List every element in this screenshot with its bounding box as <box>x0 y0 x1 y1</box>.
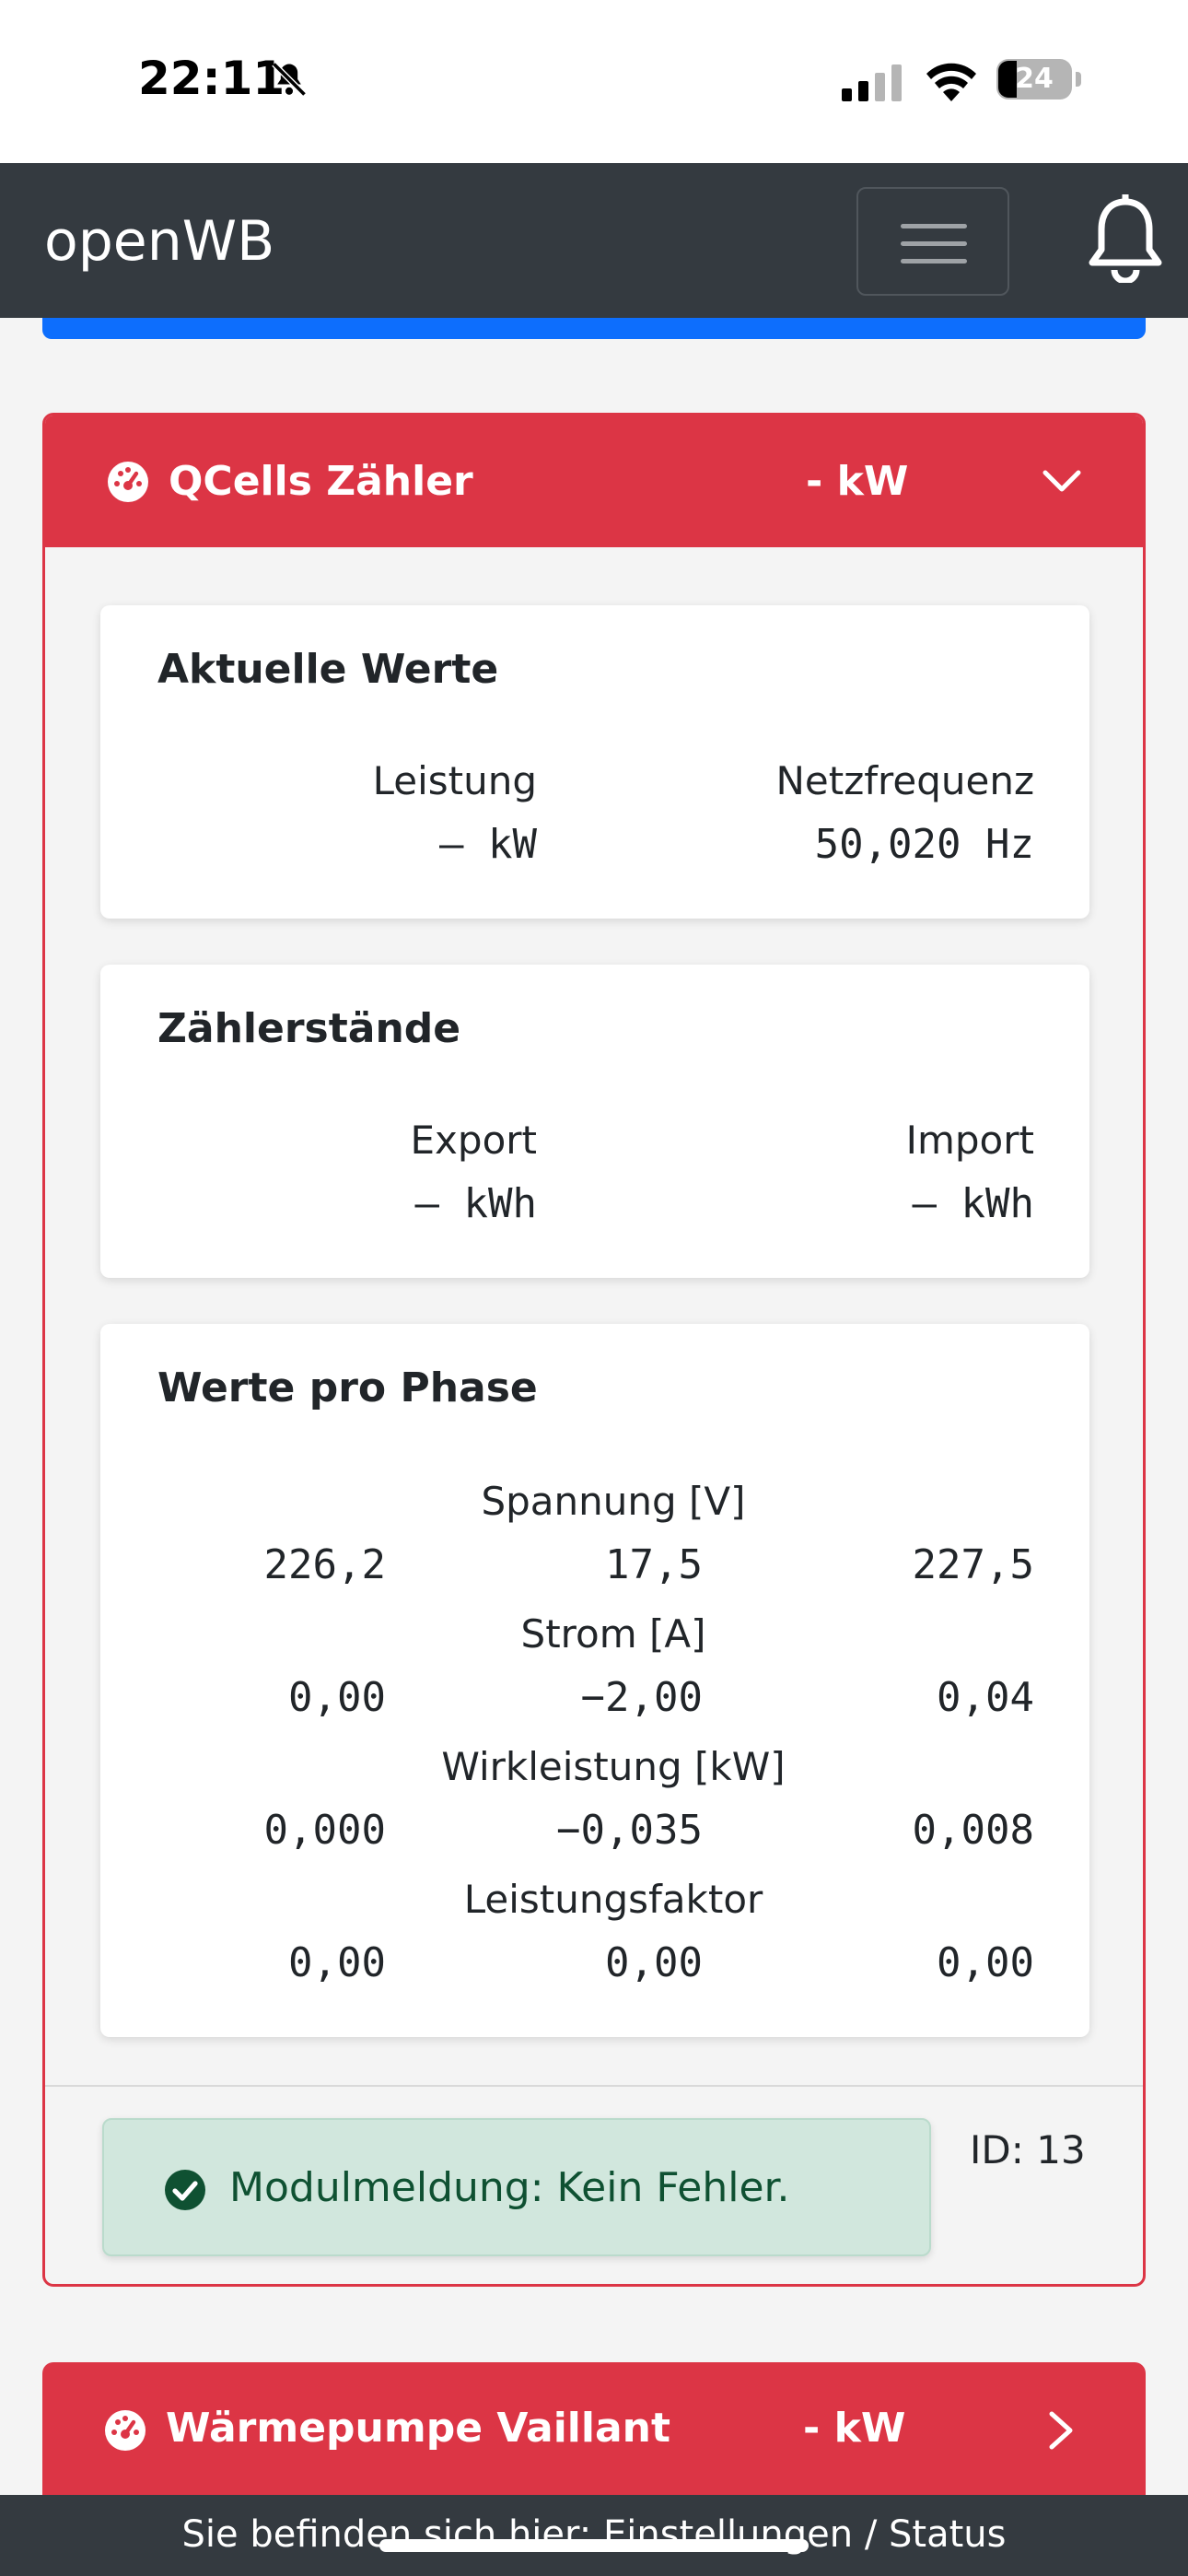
active-power-l2: −0,035 <box>556 1807 703 1854</box>
power-factor-l1: 0,00 <box>288 1939 386 1986</box>
power-factor-l2: 0,00 <box>605 1939 703 1986</box>
navbar: openWB <box>0 163 1188 318</box>
frequency-label: Netzfrequenz <box>775 758 1034 803</box>
bell-slash-icon <box>272 62 307 97</box>
heatpump-card-power: - kW <box>803 2405 906 2452</box>
chevron-right-icon[interactable] <box>1042 2408 1079 2453</box>
card-power: - kW <box>806 458 909 505</box>
module-message-alert: Modulmeldung: Kein Fehler. <box>102 2118 931 2256</box>
export-label: Export <box>410 1118 537 1163</box>
phases-title: Werte pro Phase <box>157 1364 538 1411</box>
status-time: 22:11 <box>138 52 285 105</box>
battery-level: 24 <box>1015 63 1054 95</box>
chevron-down-icon[interactable] <box>1040 463 1084 500</box>
check-circle-icon <box>165 2170 205 2210</box>
frequency-value: 50,020 Hz <box>814 821 1034 868</box>
active-power-l1: 0,000 <box>263 1807 386 1854</box>
brand-title[interactable]: openWB <box>44 209 274 274</box>
card-id: ID: 13 <box>970 2127 1086 2172</box>
phases-panel: Werte pro Phase Spannung [V] 226,2 17,5 … <box>100 1324 1089 2037</box>
card-header[interactable]: QCells Zähler - kW <box>45 416 1143 547</box>
power-value: – kW <box>439 821 537 868</box>
voltage-label: Spannung [V] <box>481 1479 746 1524</box>
active-power-l3: 0,008 <box>912 1807 1034 1854</box>
import-label: Import <box>905 1118 1034 1163</box>
home-indicator[interactable] <box>379 2539 809 2552</box>
menu-toggle-button[interactable] <box>856 187 1009 296</box>
power-factor-l3: 0,00 <box>937 1939 1034 1986</box>
voltage-l1: 226,2 <box>263 1541 386 1588</box>
card-footer-divider <box>45 2085 1143 2087</box>
power-factor-label: Leistungsfaktor <box>463 1877 763 1922</box>
footer-bar: Sie befinden sich hier: Einstellungen / … <box>0 2495 1188 2576</box>
battery-icon: 24 <box>996 59 1072 100</box>
voltage-l2: 17,5 <box>605 1541 703 1588</box>
heatpump-card-title: Wärmepumpe Vaillant <box>166 2405 671 2452</box>
counter-card: QCells Zähler - kW Aktuelle Werte Leistu… <box>42 413 1146 2287</box>
current-values-title: Aktuelle Werte <box>157 646 499 693</box>
active-power-label: Wirkleistung [kW] <box>441 1744 786 1789</box>
wifi-icon <box>926 63 976 101</box>
gauge-icon <box>105 2410 146 2451</box>
current-l1: 0,00 <box>288 1674 386 1721</box>
counters-title: Zählerstände <box>157 1005 461 1052</box>
import-value: – kWh <box>912 1180 1034 1227</box>
counters-panel: Zählerstände Export – kWh Import – kWh <box>100 965 1089 1278</box>
card-title: QCells Zähler <box>169 458 473 505</box>
power-label: Leistung <box>372 758 537 803</box>
current-values-panel: Aktuelle Werte Leistung – kW Netzfrequen… <box>100 605 1089 919</box>
voltage-l3: 227,5 <box>912 1541 1034 1588</box>
bell-icon[interactable] <box>1087 194 1164 283</box>
current-l3: 0,04 <box>937 1674 1034 1721</box>
current-label: Strom [A] <box>520 1611 706 1657</box>
signal-icon <box>842 64 902 101</box>
module-message-text: Modulmeldung: Kein Fehler. <box>229 2164 790 2211</box>
gauge-icon <box>108 462 148 502</box>
current-l2: −2,00 <box>580 1674 703 1721</box>
export-value: – kWh <box>414 1180 537 1227</box>
status-bar: 22:11 24 <box>0 0 1188 163</box>
